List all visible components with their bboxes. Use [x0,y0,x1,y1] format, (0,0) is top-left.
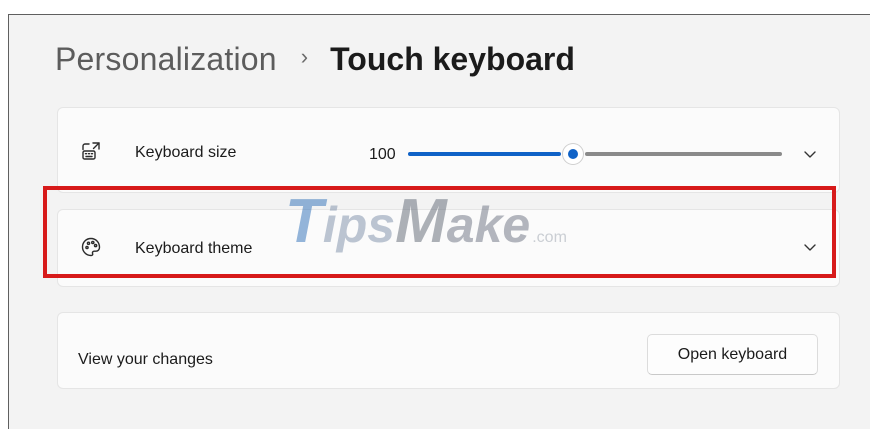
chevron-down-icon[interactable] [803,149,817,159]
slider-track [584,152,782,156]
keyboard-size-setting[interactable]: Keyboard size 100 [57,107,840,193]
page-title: Touch keyboard [330,40,575,77]
view-changes-label: View your changes [78,351,213,368]
breadcrumb: Personalization › Touch keyboard [55,39,575,79]
breadcrumb-separator-icon: › [300,44,309,69]
slider-thumb[interactable] [562,144,583,164]
keyboard-size-label: Keyboard size [135,144,237,161]
breadcrumb-personalization[interactable]: Personalization [55,41,277,78]
slider-fill [408,152,561,156]
keyboard-theme-highlight-box [43,186,836,278]
open-keyboard-button[interactable]: Open keyboard [647,334,818,375]
view-changes-setting: View your changes Open keyboard [57,312,840,389]
keyboard-resize-icon [82,142,100,160]
keyboard-size-slider[interactable] [408,144,782,164]
keyboard-size-value: 100 [369,146,396,163]
